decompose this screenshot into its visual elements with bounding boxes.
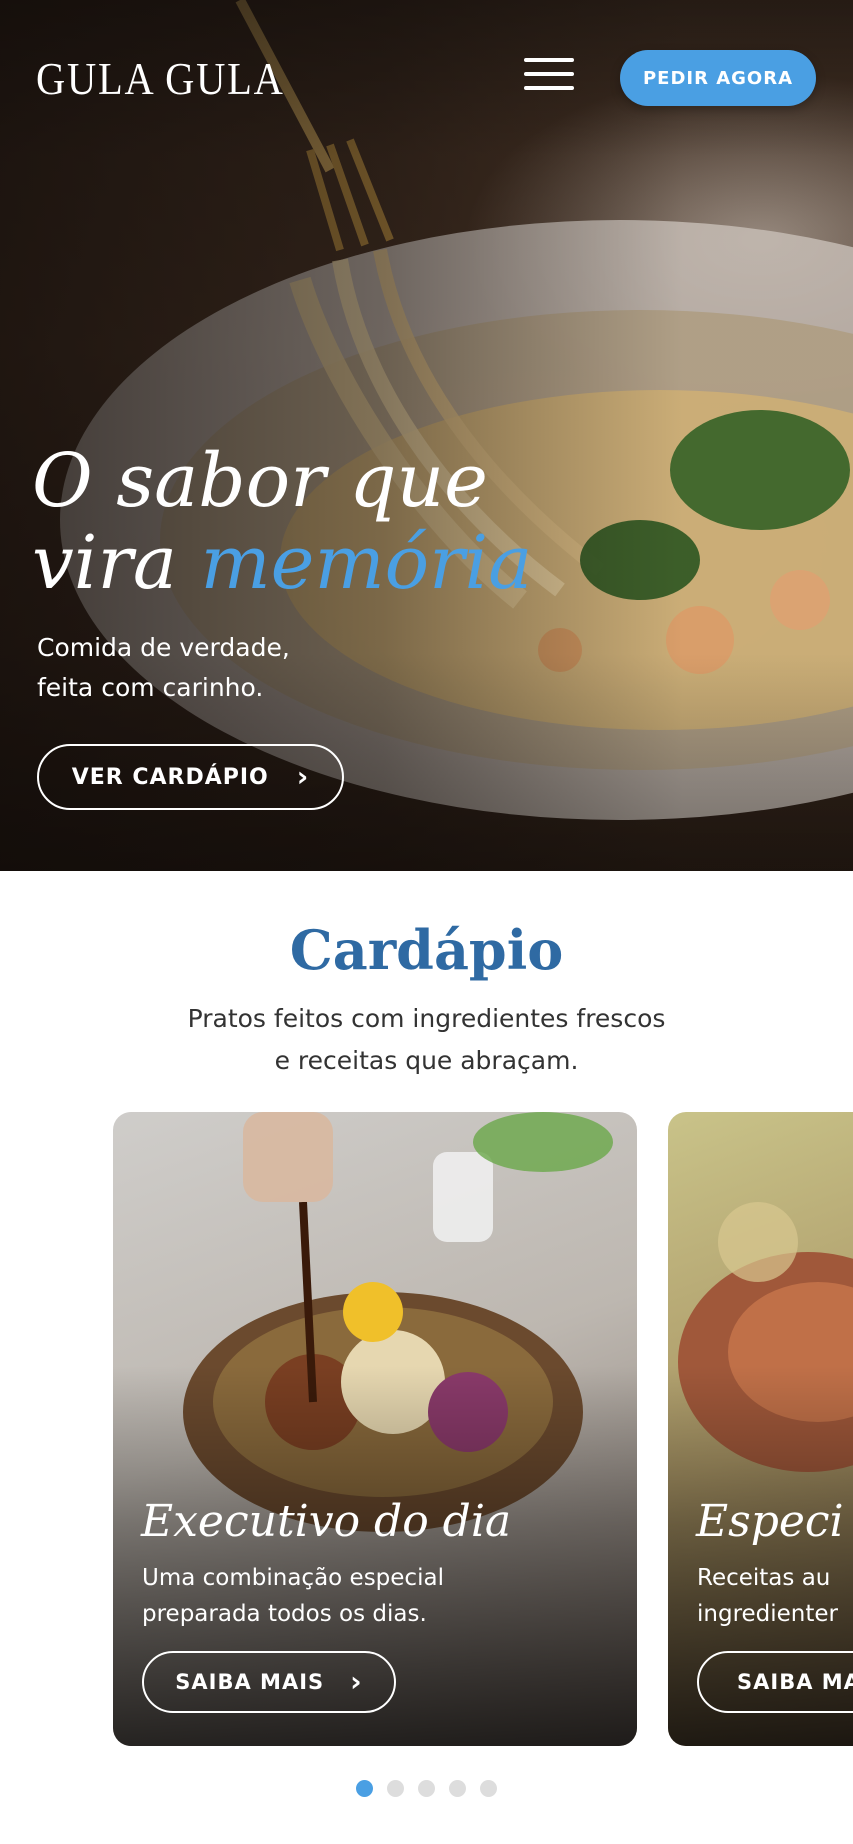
pagination-dot[interactable] bbox=[480, 1780, 497, 1797]
view-menu-label: VER CARDÁPIO bbox=[71, 764, 269, 790]
hero-title-accent: memória bbox=[200, 520, 533, 606]
hero-overlay bbox=[0, 0, 853, 871]
pagination-dot[interactable] bbox=[356, 1780, 373, 1797]
pagination-dot[interactable] bbox=[449, 1780, 466, 1797]
chevron-right-icon: › bbox=[350, 1665, 363, 1698]
card-title: Especi bbox=[696, 1496, 844, 1547]
hero-title-line1: O sabor que bbox=[32, 438, 488, 524]
view-menu-button[interactable]: VER CARDÁPIO › bbox=[37, 744, 344, 810]
menu-card[interactable]: Executivo do dia Uma combinação especial… bbox=[113, 1112, 637, 1746]
menu-carousel[interactable]: Executivo do dia Uma combinação especial… bbox=[0, 1112, 853, 1746]
carousel-pagination bbox=[0, 1780, 853, 1797]
pagination-dot[interactable] bbox=[418, 1780, 435, 1797]
card-title: Executivo do dia bbox=[141, 1496, 512, 1547]
hero-title: O sabor que vira memória bbox=[32, 440, 592, 604]
hamburger-menu-icon[interactable] bbox=[524, 58, 574, 98]
order-now-button[interactable]: PEDIR AGORA bbox=[620, 50, 816, 106]
menu-section-subtitle: Pratos feitos com ingredientes frescos e… bbox=[0, 998, 853, 1082]
chevron-right-icon: › bbox=[296, 760, 310, 793]
menu-card[interactable]: Especi Receitas au ingredienter SAIBA MA bbox=[668, 1112, 853, 1746]
learn-more-button[interactable]: SAIBA MAIS › bbox=[142, 1651, 396, 1713]
card-desc-line2: preparada todos os dias. bbox=[142, 1601, 427, 1627]
menu-section-title: Cardápio bbox=[289, 918, 564, 982]
card-desc-line1: Receitas au bbox=[697, 1565, 831, 1591]
card-description: Uma combinação especial preparada todos … bbox=[142, 1560, 502, 1632]
learn-more-label: SAIBA MA bbox=[737, 1670, 853, 1694]
card-description: Receitas au ingredienter bbox=[697, 1560, 853, 1632]
menu-subtitle-line2: e receitas que abraçam. bbox=[274, 1046, 579, 1075]
hero-section: GULA GULA PEDIR AGORA O sabor que vira m… bbox=[0, 0, 853, 871]
pagination-dot[interactable] bbox=[387, 1780, 404, 1797]
hero-subtitle-line1: Comida de verdade, bbox=[37, 633, 290, 662]
learn-more-label: SAIBA MAIS bbox=[175, 1670, 325, 1694]
hero-title-line2: vira bbox=[32, 520, 201, 606]
card-desc-line2: ingredienter bbox=[697, 1601, 839, 1627]
learn-more-button[interactable]: SAIBA MA bbox=[697, 1651, 853, 1713]
menu-subtitle-line1: Pratos feitos com ingredientes frescos bbox=[187, 1004, 666, 1033]
hero-subtitle: Comida de verdade, feita com carinho. bbox=[37, 628, 377, 708]
logo[interactable]: GULA GULA bbox=[36, 52, 285, 105]
card-desc-line1: Uma combinação especial bbox=[142, 1565, 444, 1591]
hero-subtitle-line2: feita com carinho. bbox=[37, 673, 264, 702]
